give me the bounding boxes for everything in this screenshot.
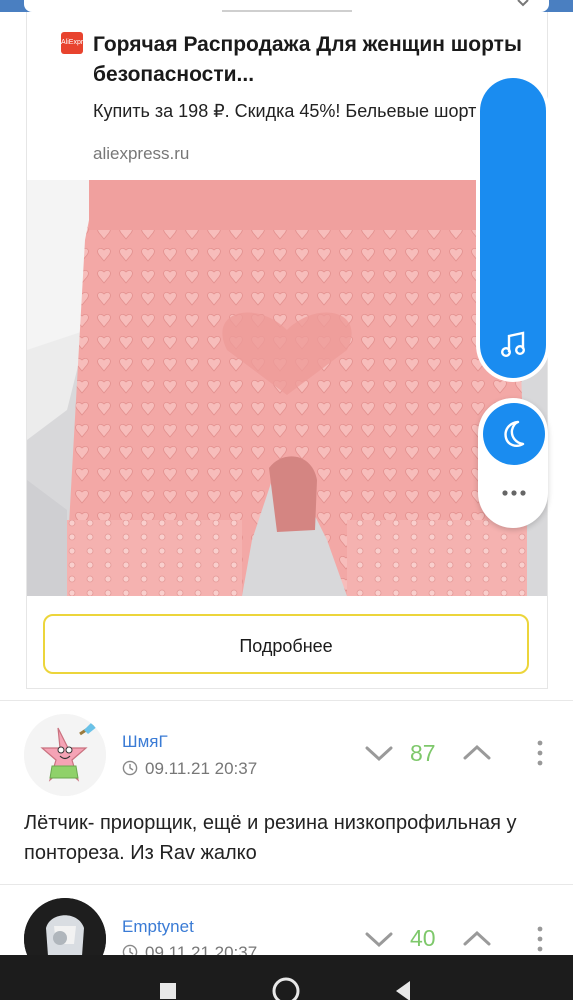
music-icon[interactable] <box>500 330 528 360</box>
divider <box>0 700 573 701</box>
avatar[interactable] <box>24 714 106 796</box>
vote-up-icon[interactable] <box>462 744 492 762</box>
product-photo <box>27 180 547 596</box>
home-icon[interactable] <box>272 977 300 1005</box>
comment-author[interactable]: Emptynet <box>122 917 194 937</box>
ad-title[interactable]: Горячая Распродажа Для женщин шорты безо… <box>93 30 523 90</box>
back-icon[interactable] <box>396 981 410 1001</box>
close-icon[interactable] <box>513 0 533 10</box>
divider <box>0 884 573 885</box>
aliexpress-logo-icon: AliExpress <box>61 32 94 54</box>
ad-card[interactable]: AliExpress Горячая Распродажа Для женщин… <box>26 12 548 689</box>
ad-description: Купить за 198 ₽. Скидка 45%! Бельевые шо… <box>93 101 490 121</box>
nav-buttons <box>160 977 410 1005</box>
vote-up-icon[interactable] <box>462 930 492 948</box>
comment-time: 09.11.21 20:37 <box>145 759 258 778</box>
comment-menu-icon[interactable] <box>537 926 543 952</box>
more-dots-icon[interactable] <box>498 484 530 502</box>
moon-icon <box>504 420 525 447</box>
comment-score: 87 <box>410 740 436 766</box>
comment-score: 40 <box>410 925 436 951</box>
recents-icon[interactable] <box>160 983 176 999</box>
comment-menu-icon[interactable] <box>537 740 543 766</box>
top-sheet-edge <box>0 0 573 12</box>
patrick-avatar-image <box>24 714 106 796</box>
vote-down-icon[interactable] <box>364 744 394 762</box>
system-nav-bar <box>0 955 573 1005</box>
clock-icon <box>122 760 138 776</box>
ad-product-image[interactable] <box>27 180 547 596</box>
ad-domain[interactable]: aliexpress.ru <box>93 144 189 164</box>
comment-author[interactable]: ШмяГ <box>122 732 168 752</box>
vote-down-icon[interactable] <box>364 930 394 948</box>
comment-text: Лётчик- приорщик, ещё и резина низкопроф… <box>24 812 517 864</box>
details-button[interactable]: Подробнее <box>43 614 529 674</box>
